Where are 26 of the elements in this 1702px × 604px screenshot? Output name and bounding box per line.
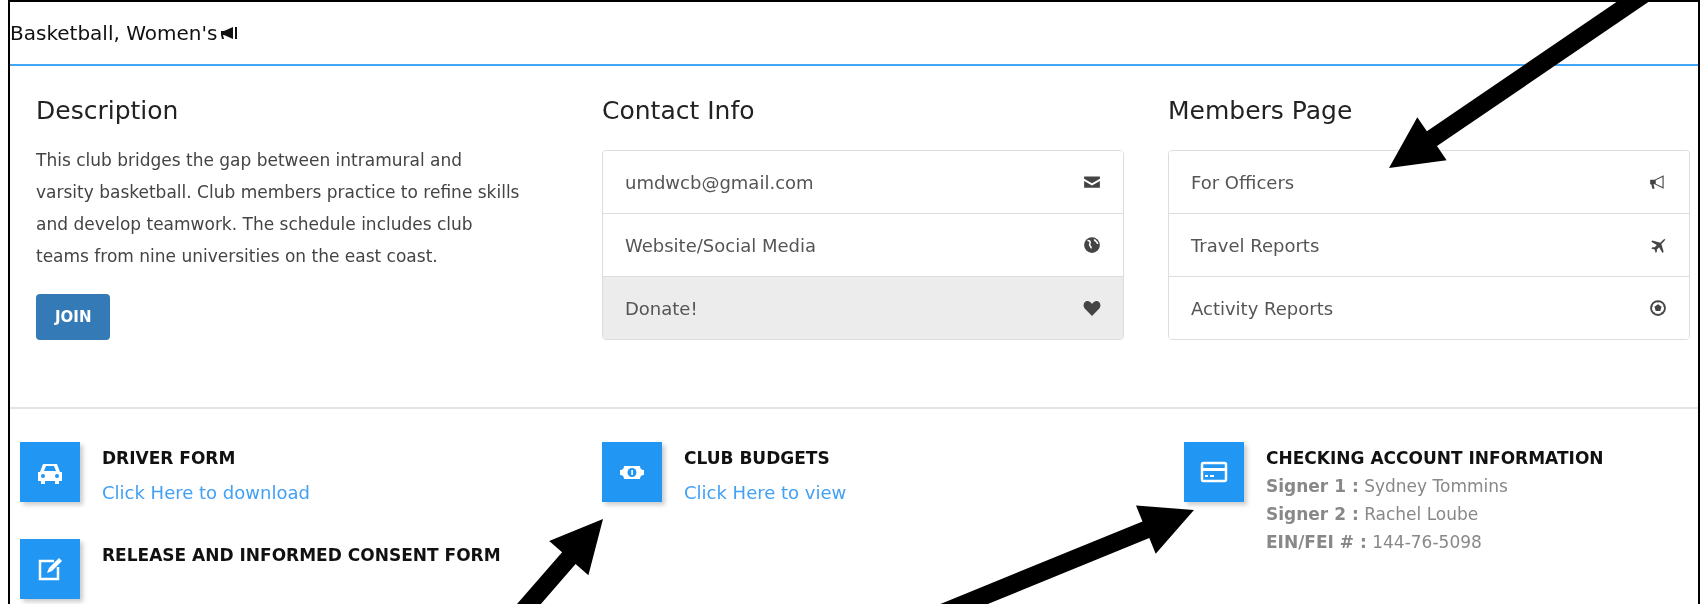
account-detail: EIN/FEI # : 144-76-5098: [1266, 532, 1483, 552]
section-heading: Description: [36, 96, 180, 126]
account-detail: Signer 1 : Sydney Tommins: [1266, 476, 1509, 496]
car-icon: [20, 442, 80, 502]
megaphone-icon: [1649, 173, 1667, 191]
list-item[interactable]: Activity Reports: [1169, 276, 1689, 339]
envelope-icon: [1083, 173, 1101, 191]
section-heading: Contact Info: [602, 96, 756, 126]
resource-title: DRIVER FORM: [102, 448, 237, 468]
plane-icon: [1649, 236, 1667, 254]
globe-icon: [1083, 236, 1101, 254]
megaphone-icon: [220, 26, 239, 40]
soccer-ball-icon: [1649, 299, 1667, 317]
account-detail: Signer 2 : Rachel Loube: [1266, 504, 1480, 524]
description-text: This club bridges the gap between intramural and varsity basketball. Club members practice to refine skills and develop teamwork. The schedule includes club teams from nine universities on the east coast.: [36, 149, 521, 268]
resource-title: CHECKING ACCOUNT INFORMATION: [1266, 448, 1604, 468]
heart-icon: [1083, 299, 1101, 317]
credit-card-icon: [1184, 442, 1244, 502]
list-item[interactable]: Donate!: [603, 276, 1123, 339]
edit-icon: [20, 539, 80, 599]
resource-title: RELEASE AND INFORMED CONSENT FORM: [102, 545, 501, 565]
banknote-icon: [602, 442, 662, 502]
join-button[interactable]: JOIN: [36, 294, 111, 340]
resource-title: CLUB BUDGETS: [684, 448, 831, 468]
club-title: Basketball, Women's: [10, 21, 218, 45]
section-heading: Members Page: [1168, 96, 1354, 126]
